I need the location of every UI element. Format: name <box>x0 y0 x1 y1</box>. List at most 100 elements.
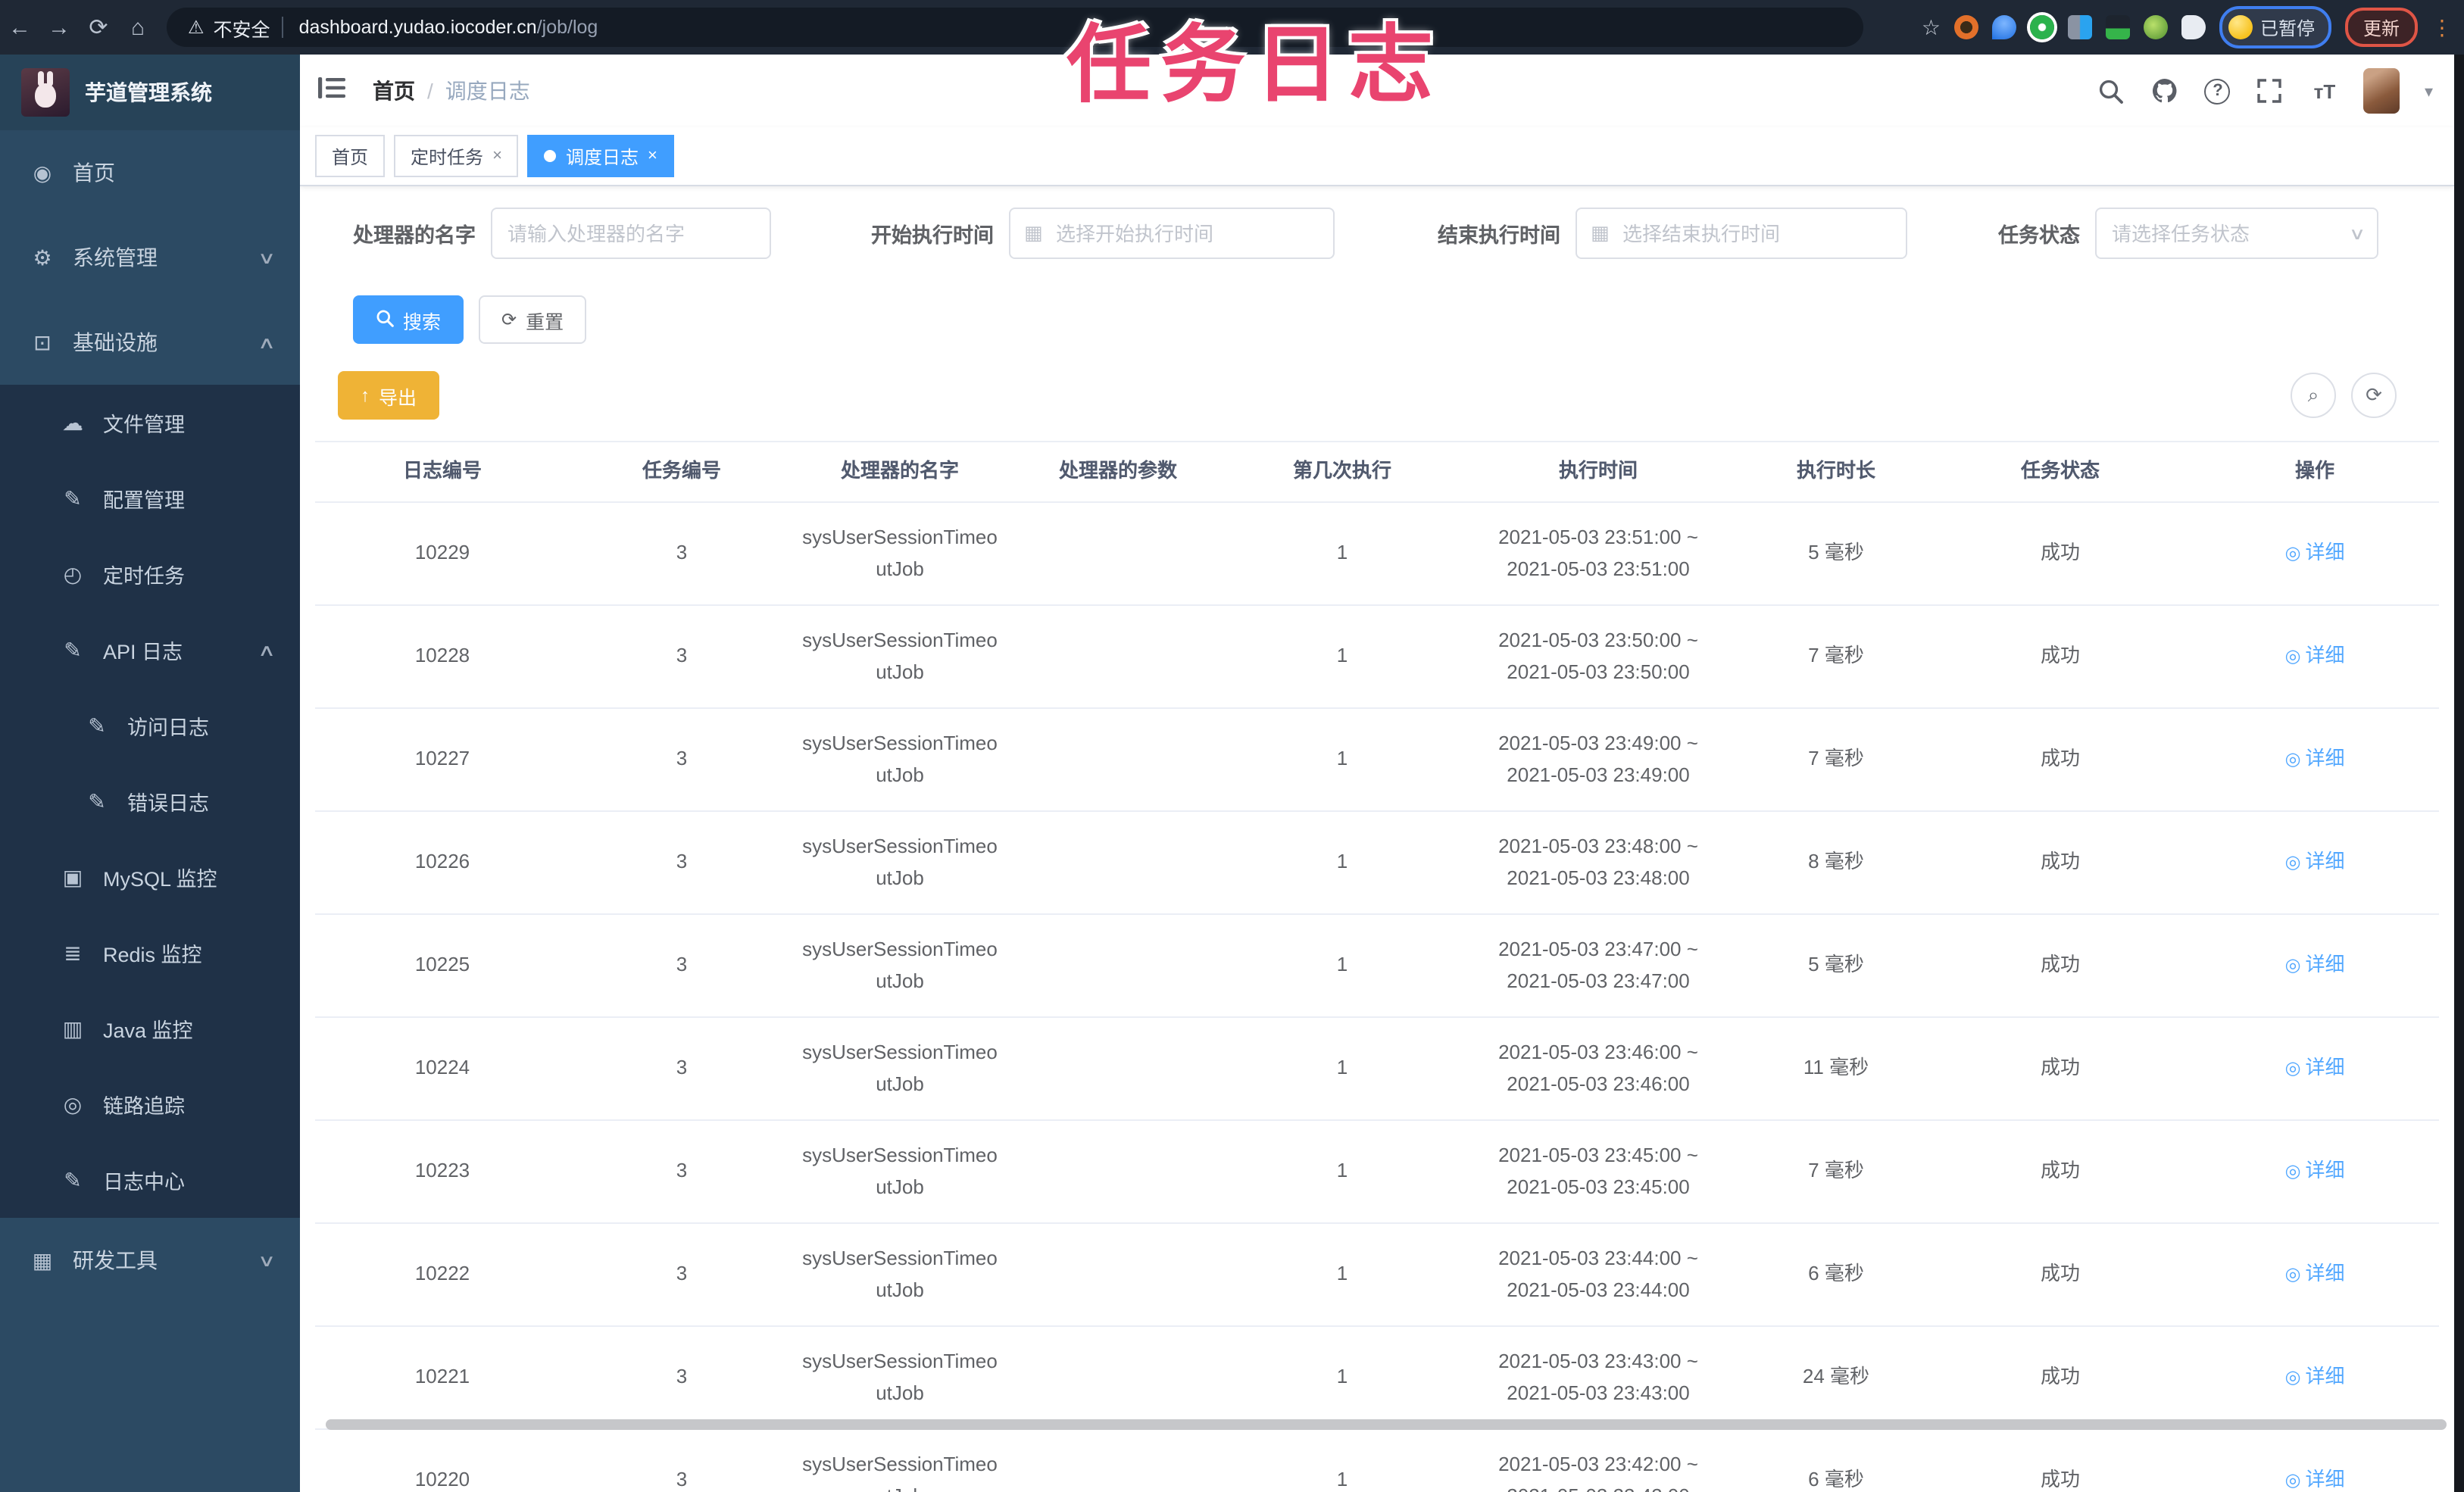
table-row[interactable]: 10220 3 sysUserSessionTimeoutJob 1 2021-… <box>315 1430 2439 1492</box>
extension-icon-grid[interactable] <box>2067 15 2092 39</box>
detail-link[interactable]: ◎ 详细 <box>2285 641 2345 673</box>
sidebar-toggle-icon[interactable] <box>312 76 351 105</box>
table-row[interactable]: 10226 3 sysUserSessionTimeoutJob 1 2021-… <box>315 812 2439 915</box>
filter-label: 开始执行时间 <box>871 224 994 247</box>
browser-home-icon[interactable]: ⌂ <box>118 14 158 40</box>
detail-link-label: 详细 <box>2305 1056 2345 1079</box>
extension-icon-green-check[interactable] <box>2029 15 2054 39</box>
browser-reload-icon[interactable]: ⟳ <box>79 14 118 41</box>
tab-close-icon[interactable]: × <box>648 147 657 165</box>
user-avatar[interactable] <box>2363 68 2400 114</box>
sidebar-item-基础设施[interactable]: ⊡ 基础设施 ∧ <box>0 300 300 385</box>
detail-link[interactable]: ◎ 详细 <box>2285 950 2345 982</box>
sidebar-item-访问日志[interactable]: ✎ 访问日志 <box>0 688 300 763</box>
sidebar-item-日志中心[interactable]: ✎ 日志中心 <box>0 1142 300 1218</box>
extension-icon-green[interactable] <box>2143 15 2168 39</box>
detail-link[interactable]: ◎ 详细 <box>2285 1156 2345 1188</box>
column-header-执行时间: 执行时间 <box>1558 459 1638 482</box>
handler-name-input[interactable] <box>491 208 771 259</box>
sidebar-item-错误日志[interactable]: ✎ 错误日志 <box>0 763 300 839</box>
tab-定时任务[interactable]: 定时任务 × <box>394 135 519 177</box>
sidebar-item-配置管理[interactable]: ✎ 配置管理 <box>0 460 300 536</box>
table-body: 10229 3 sysUserSessionTimeoutJob 1 2021-… <box>315 503 2439 1492</box>
breadcrumb-home[interactable]: 首页 <box>373 76 415 106</box>
browser-menu-icon[interactable]: ⋮ <box>2431 14 2453 40</box>
search-icon[interactable] <box>2096 76 2126 106</box>
browser-profile-chip[interactable]: 已暂停 <box>2219 6 2331 48</box>
address-bar[interactable]: ⚠ 不安全 dashboard.yudao.iocoder.cn /job/lo… <box>167 8 1863 47</box>
eye-icon: ◎ <box>2284 645 2301 666</box>
browser-back-icon[interactable]: ← <box>0 14 39 40</box>
cell-execute-index: 1 <box>1336 1262 1348 1285</box>
execute-time-end: 2021-05-03 23:46:00 <box>1507 1072 1690 1094</box>
not-secure-label[interactable]: 不安全 <box>214 13 270 42</box>
sidebar-item-Redis 监控[interactable]: ≣ Redis 监控 <box>0 915 300 991</box>
help-icon[interactable]: ? <box>2204 78 2231 104</box>
sidebar-item-Java 监控[interactable]: ▥ Java 监控 <box>0 991 300 1066</box>
detail-link[interactable]: ◎ 详细 <box>2285 1053 2345 1085</box>
browser-update-button[interactable]: 更新 <box>2344 8 2418 47</box>
fullscreen-icon[interactable] <box>2255 76 2285 106</box>
detail-link[interactable]: ◎ 详细 <box>2285 1465 2345 1492</box>
sidebar-item-系统管理[interactable]: ⚙ 系统管理 ∨ <box>0 215 300 300</box>
search-button[interactable]: 搜索 <box>353 295 464 344</box>
detail-link[interactable]: ◎ 详细 <box>2285 744 2345 776</box>
tab-close-icon[interactable]: × <box>492 147 502 165</box>
sidebar-item-文件管理[interactable]: ☁ 文件管理 <box>0 385 300 460</box>
sidebar-item-首页[interactable]: ◉ 首页 <box>0 130 300 215</box>
table-row[interactable]: 10223 3 sysUserSessionTimeoutJob 1 2021-… <box>315 1121 2439 1224</box>
table-row[interactable]: 10221 3 sysUserSessionTimeoutJob 1 2021-… <box>315 1327 2439 1430</box>
extension-icon-blue-drop[interactable] <box>1991 15 2016 39</box>
user-menu-caret-icon[interactable]: ▾ <box>2425 81 2433 101</box>
sidebar-item-定时任务[interactable]: ◴ 定时任务 <box>0 536 300 612</box>
table-row[interactable]: 10227 3 sysUserSessionTimeoutJob 1 2021-… <box>315 709 2439 812</box>
trace-icon: ◎ <box>63 1091 83 1116</box>
github-icon[interactable] <box>2150 76 2181 106</box>
cell-log-id: 10221 <box>414 1365 470 1388</box>
end-time-picker[interactable]: ▦ <box>1576 208 1907 259</box>
table-row[interactable]: 10222 3 sysUserSessionTimeoutJob 1 2021-… <box>315 1224 2439 1327</box>
horizontal-scrollbar[interactable] <box>326 1419 2447 1430</box>
export-button-label: 导出 <box>379 387 417 408</box>
refresh-table-icon-button[interactable]: ⟳ <box>2351 373 2397 418</box>
sidebar-item-研发工具[interactable]: ▦ 研发工具 ∨ <box>0 1218 300 1303</box>
cell-log-id: 10224 <box>414 1056 470 1079</box>
bookmark-star-icon[interactable]: ☆ <box>1922 14 1941 40</box>
export-button[interactable]: ↑ 导出 <box>338 371 440 420</box>
cell-job-id: 3 <box>676 1159 688 1182</box>
toggle-search-icon-button[interactable]: ⌕ <box>2291 373 2336 418</box>
end-time-input-field[interactable] <box>1577 209 1906 258</box>
tab-首页[interactable]: 首页 <box>315 135 386 177</box>
browser-forward-icon[interactable]: → <box>39 14 79 40</box>
font-size-icon[interactable]: тT <box>2309 76 2340 106</box>
extension-icon-orange[interactable] <box>1953 15 1978 39</box>
sidebar-item-API 日志[interactable]: ✎ API 日志 ∧ <box>0 612 300 688</box>
sidebar-item-链路追踪[interactable]: ◎ 链路追踪 <box>0 1066 300 1142</box>
table-row[interactable]: 10225 3 sysUserSessionTimeoutJob 1 2021-… <box>315 915 2439 1018</box>
tab-调度日志[interactable]: 调度日志 × <box>527 135 674 177</box>
header-actions: ? тT ▾ <box>2096 68 2433 114</box>
table-row[interactable]: 10228 3 sysUserSessionTimeoutJob 1 2021-… <box>315 606 2439 709</box>
eye-icon: ◎ <box>2284 1160 2301 1181</box>
detail-link[interactable]: ◎ 详细 <box>2285 1362 2345 1394</box>
vertical-scrollbar[interactable] <box>2454 55 2464 1492</box>
start-time-input-field[interactable] <box>1010 209 1333 258</box>
sidebar-item-label: MySQL 监控 <box>103 868 217 891</box>
detail-link[interactable]: ◎ 详细 <box>2285 1259 2345 1291</box>
job-status-select-field[interactable] <box>2097 209 2377 258</box>
start-time-picker[interactable]: ▦ <box>1009 208 1335 259</box>
app-logo-row[interactable]: 芋道管理系统 <box>0 55 300 130</box>
detail-link[interactable]: ◎ 详细 <box>2285 847 2345 879</box>
table-row[interactable]: 10224 3 sysUserSessionTimeoutJob 1 2021-… <box>315 1018 2439 1121</box>
handler-name-input-field[interactable] <box>492 209 770 258</box>
table-row[interactable]: 10229 3 sysUserSessionTimeoutJob 1 2021-… <box>315 503 2439 606</box>
job-status-select[interactable]: ∨ <box>2095 208 2378 259</box>
cell-execute-index: 1 <box>1336 850 1348 873</box>
sidebar-item-MySQL 监控[interactable]: ▣ MySQL 监控 <box>0 839 300 915</box>
detail-link[interactable]: ◎ 详细 <box>2285 538 2345 570</box>
cell-execute-index: 1 <box>1336 1056 1348 1079</box>
reset-button[interactable]: ⟳ 重置 <box>479 295 587 344</box>
extension-icon-on-switch[interactable] <box>2105 15 2130 39</box>
extension-icon-puzzle[interactable] <box>2181 15 2206 39</box>
sidebar-item-label: 研发工具 <box>73 1248 158 1272</box>
